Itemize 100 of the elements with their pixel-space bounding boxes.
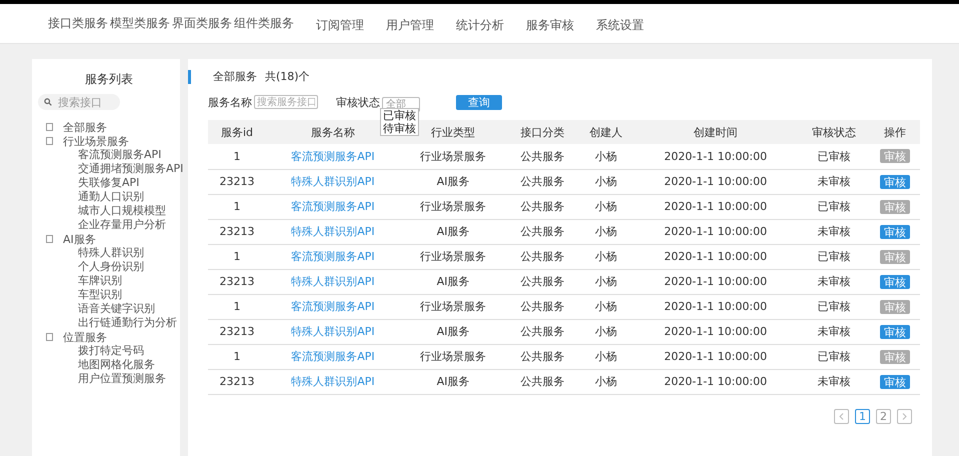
accent-bar	[188, 70, 191, 84]
table-cell: 已审核	[798, 144, 870, 169]
table-cell: 小杨	[578, 294, 634, 319]
nav-link[interactable]: 服务审核	[526, 18, 574, 32]
tree-item[interactable]: 客流预测服务API	[38, 148, 180, 162]
table-cell: 未审核	[798, 169, 870, 194]
tree-item[interactable]: 企业存量用户分析	[38, 218, 180, 232]
table-cell: 小杨	[578, 319, 634, 344]
table-cell: 未审核	[798, 319, 870, 344]
service-link[interactable]: 客流预测服务API	[291, 250, 375, 263]
next-page-button[interactable]	[897, 408, 912, 424]
tree-item[interactable]: 出行链通勤行为分析	[38, 316, 180, 330]
table-cell: 行业场景服务	[400, 344, 506, 369]
page-button[interactable]: 2	[876, 408, 891, 424]
tree-item[interactable]: 失联修复API	[38, 176, 180, 190]
table-cell: 公共服务	[506, 144, 579, 169]
tree-item[interactable]: 语音关键字识别	[38, 302, 180, 316]
previous-page-button[interactable]	[834, 408, 849, 424]
count-label: 共(18)个	[265, 69, 310, 84]
table-cell: AI服务	[400, 219, 506, 244]
filter-label: 审核状态	[336, 94, 380, 110]
table-cell: 未审核	[798, 369, 870, 394]
column-header: 创建时间	[633, 120, 798, 144]
table-cell: 2020-1-1 10:00:00	[633, 219, 798, 244]
column-header: 接口分类	[506, 120, 579, 144]
table-cell: 23213	[208, 169, 266, 194]
table-cell: 公共服务	[506, 269, 579, 294]
table-cell: 已审核	[798, 244, 870, 269]
chevron-right-icon	[902, 412, 907, 420]
section-title: 全部服务	[213, 69, 257, 84]
table-cell: 公共服务	[506, 194, 579, 219]
table-cell: 小杨	[578, 219, 634, 244]
tree-item[interactable]: 行业场景服务	[63, 134, 129, 148]
tree-item[interactable]: AI服务	[63, 232, 96, 246]
table-cell: 小杨	[578, 369, 634, 394]
tree-item[interactable]: 地图网格化服务	[38, 358, 180, 372]
table-cell: 已审核	[798, 194, 870, 219]
table-cell: AI服务	[400, 169, 506, 194]
table-cell: 公共服务	[506, 319, 579, 344]
table-cell: 2020-1-1 10:00:00	[633, 244, 798, 269]
table-cell: 小杨	[578, 144, 634, 169]
table-cell: 1	[208, 294, 266, 319]
table-cell: 2020-1-1 10:00:00	[633, 294, 798, 319]
nav-link[interactable]: 统计分析	[456, 18, 504, 32]
service-link[interactable]: 客流预测服务API	[291, 150, 375, 163]
tree-item[interactable]: 全部服务	[63, 120, 107, 134]
folder-icon	[46, 235, 53, 243]
service-link[interactable]: 客流预测服务API	[291, 350, 375, 363]
tree-item[interactable]: 车牌识别	[38, 274, 180, 288]
table-cell: 已审核	[798, 294, 870, 319]
table-cell: 2020-1-1 10:00:00	[633, 194, 798, 219]
table-cell: 未审核	[798, 269, 870, 294]
search-field[interactable]: 搜索接口	[38, 94, 120, 110]
chevron-left-icon	[839, 412, 844, 420]
table-cell: 1	[208, 344, 266, 369]
table-cell: 1	[208, 194, 266, 219]
column-header: 服务id	[208, 120, 266, 144]
table-cell: 行业场景服务	[400, 244, 506, 269]
nav-link[interactable]: 系统设置	[596, 18, 644, 32]
nav-link[interactable]: 组件类服务	[234, 15, 294, 32]
tree-item[interactable]: 车型识别	[38, 288, 180, 302]
dropdown-option[interactable]: 已审核	[381, 109, 418, 122]
service-link[interactable]: 客流预测服务API	[291, 300, 375, 313]
input-field[interactable]: 搜索服务接口	[254, 95, 318, 109]
table-cell: 行业场景服务	[400, 294, 506, 319]
table-cell: 小杨	[578, 344, 634, 369]
table-cell: 1	[208, 244, 266, 269]
table-cell: 未审核	[798, 219, 870, 244]
tree-item[interactable]: 特殊人群识别	[38, 246, 180, 260]
table-cell: 小杨	[578, 194, 634, 219]
tree-item[interactable]: 用户位置预测服务	[38, 372, 180, 386]
nav-link[interactable]: 订阅管理	[316, 18, 364, 32]
tree-item[interactable]: 交通拥堵预测服务API	[38, 162, 180, 176]
table-cell: AI服务	[400, 319, 506, 344]
column-header: 审核状态	[798, 120, 870, 144]
table-cell: 2020-1-1 10:00:00	[633, 144, 798, 169]
tree-item[interactable]: 城市人口规模模型	[38, 204, 180, 218]
table-cell: 已审核	[798, 344, 870, 369]
dropdown-option[interactable]: 待审核	[381, 122, 418, 135]
table-cell: AI服务	[400, 269, 506, 294]
table-cell: 行业场景服务	[400, 194, 506, 219]
table-cell: 公共服务	[506, 219, 579, 244]
table-cell: AI服务	[400, 369, 506, 394]
tree-item[interactable]: 拨打特定号码	[38, 344, 180, 358]
filter-label: 服务名称	[208, 94, 252, 110]
table-cell: 公共服务	[506, 169, 579, 194]
table-cell: 2020-1-1 10:00:00	[633, 169, 798, 194]
table-cell: 公共服务	[506, 344, 579, 369]
table-cell: 公共服务	[506, 369, 579, 394]
table-cell: 小杨	[578, 244, 634, 269]
table-cell: 2020-1-1 10:00:00	[633, 369, 798, 394]
nav-link[interactable]: 用户管理	[386, 18, 434, 32]
nav-link[interactable]: 界面类服务	[172, 15, 232, 32]
table-cell: 小杨	[578, 269, 634, 294]
tree-item[interactable]: 个人身份识别	[38, 260, 180, 274]
nav-link[interactable]: 接口类服务	[48, 15, 108, 32]
service-link[interactable]: 客流预测服务API	[291, 200, 375, 213]
tree-item[interactable]: 通勤人口识别	[38, 190, 180, 204]
nav-link[interactable]: 模型类服务	[110, 15, 170, 32]
tree-item[interactable]: 位置服务	[63, 330, 107, 344]
